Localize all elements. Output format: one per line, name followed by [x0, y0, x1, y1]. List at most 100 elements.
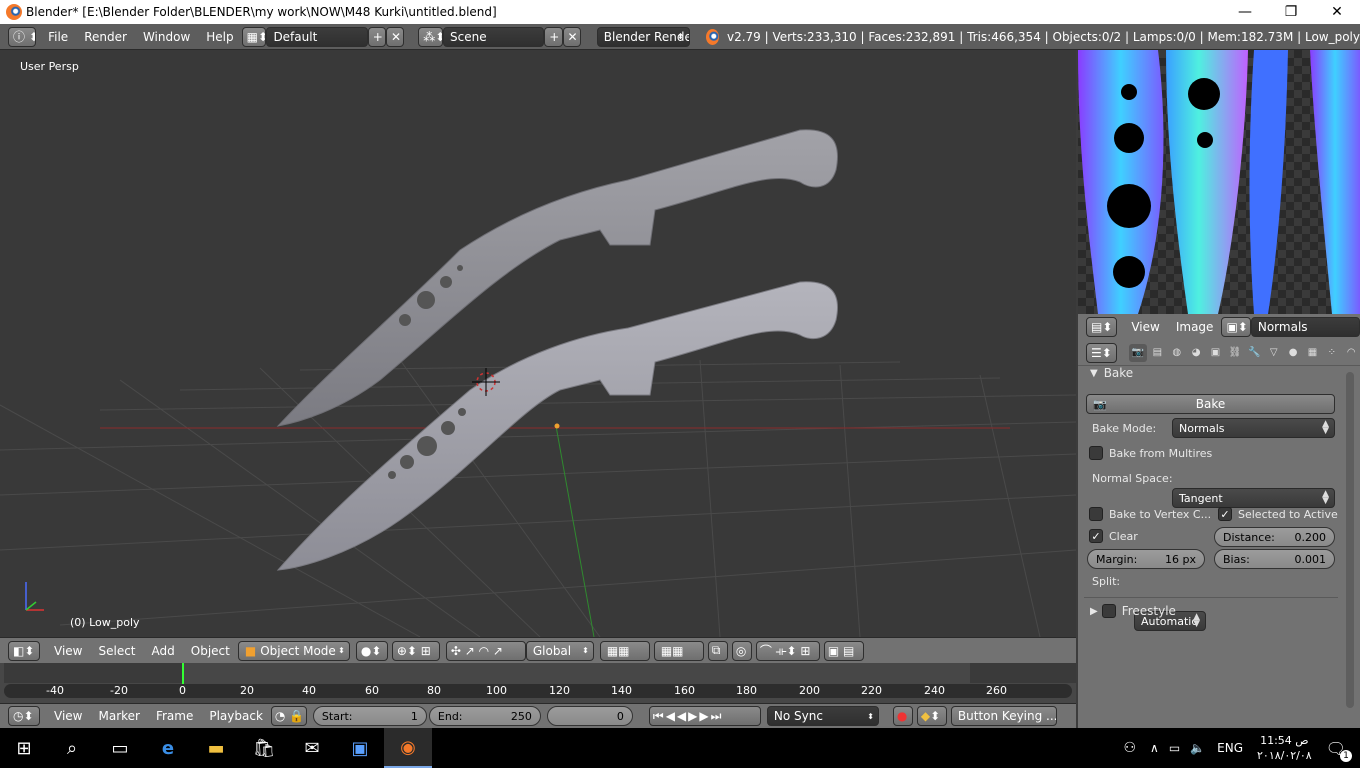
proportional-edit-icon[interactable]: ◎: [731, 640, 752, 661]
network-icon[interactable]: ▭: [1169, 741, 1180, 755]
margin-field[interactable]: Margin: 16 px: [1087, 549, 1205, 569]
menu-playback[interactable]: Playback: [201, 709, 271, 723]
tray-chevron-icon[interactable]: ∧: [1150, 741, 1159, 755]
render-icons[interactable]: ▣ ▤: [823, 640, 864, 661]
particles-tab-icon[interactable]: ⁘: [1323, 344, 1340, 362]
pivot-icon[interactable]: ⊕⬍ ⊞: [391, 640, 440, 661]
bake-mode-dropdown[interactable]: Normals ▲ ▼: [1172, 418, 1335, 438]
physics-tab-icon[interactable]: ◠: [1343, 344, 1360, 362]
render-tab-icon[interactable]: 📷: [1129, 343, 1147, 362]
menu-object[interactable]: Object: [183, 644, 238, 658]
search-icon[interactable]: ⌕: [48, 728, 96, 768]
bake-panel-header[interactable]: ▼ Bake: [1090, 365, 1340, 381]
world-tab-icon[interactable]: ◕: [1187, 344, 1204, 362]
clock[interactable]: 11:54 ص ٢٠١٨/٠٢/٠٨: [1257, 733, 1312, 763]
scene-icon[interactable]: ⁂⬍: [418, 26, 443, 47]
editor-type-timeline-icon[interactable]: ◷⬍: [8, 706, 40, 726]
freestyle-panel-header[interactable]: ▶ Freestyle: [1090, 603, 1330, 619]
menu-help[interactable]: Help: [198, 30, 241, 44]
add-layout-icon[interactable]: +: [367, 26, 386, 47]
scene-field[interactable]: Scene: [443, 26, 545, 47]
menu-marker[interactable]: Marker: [90, 709, 147, 723]
texture-tab-icon[interactable]: ▦: [1304, 344, 1321, 362]
store-icon[interactable]: 🛍: [240, 728, 288, 768]
freestyle-checkbox[interactable]: [1101, 604, 1116, 618]
bake-button[interactable]: 📷 Bake: [1086, 394, 1335, 414]
menu-select[interactable]: Select: [90, 644, 143, 658]
volume-icon[interactable]: 🔈: [1190, 741, 1205, 755]
timeline-area[interactable]: -40 -20 0 20 40 60 80 100 120 140 160 18…: [0, 663, 1076, 703]
manipulator-icons[interactable]: ✣ ↗ ◠ ↗: [445, 640, 526, 661]
menu-render[interactable]: Render: [76, 30, 135, 44]
add-scene-icon[interactable]: +: [544, 26, 563, 47]
3d-viewport[interactable]: [0, 50, 1076, 637]
people-icon[interactable]: ⚇: [1123, 740, 1136, 756]
shading-icon[interactable]: ●⬍: [355, 640, 388, 661]
menu-view[interactable]: View: [46, 709, 90, 723]
minimize-button[interactable]: —: [1222, 0, 1268, 24]
windows-start-icon[interactable]: ⊞: [0, 728, 48, 768]
editor-type-info-icon[interactable]: ⓘ ⬍: [8, 26, 37, 47]
bake-from-multires-checkbox[interactable]: [1089, 446, 1103, 460]
task-view-icon[interactable]: ▭: [96, 728, 144, 768]
editor-type-properties-icon[interactable]: ☰⬍: [1086, 342, 1118, 363]
data-tab-icon[interactable]: ▽: [1265, 344, 1282, 362]
menu-image[interactable]: Image: [1168, 320, 1222, 334]
modifiers-tab-icon[interactable]: 🔧: [1246, 344, 1263, 362]
current-frame-marker[interactable]: [182, 663, 184, 685]
orientation-dropdown[interactable]: Global ⬍: [525, 640, 594, 661]
menu-frame[interactable]: Frame: [148, 709, 201, 723]
maximize-button[interactable]: ❐: [1268, 0, 1314, 24]
record-icon[interactable]: ●: [892, 706, 913, 726]
image-name-field[interactable]: Normals: [1250, 317, 1360, 337]
properties-scrollbar[interactable]: [1346, 372, 1354, 708]
menu-add[interactable]: Add: [144, 644, 183, 658]
preview-range-icons[interactable]: ◔ 🔒: [270, 706, 307, 726]
menu-view[interactable]: View: [46, 644, 90, 658]
file-explorer-icon[interactable]: ▬: [192, 728, 240, 768]
layers-grid-icon[interactable]: ▦▦: [653, 640, 704, 661]
render-layers-tab-icon[interactable]: ▤: [1149, 344, 1166, 362]
layout-field[interactable]: Default: [266, 26, 368, 47]
playback-controls[interactable]: ⏮◀◀▶▶⏭: [648, 706, 761, 726]
editor-type-image-icon[interactable]: ▤⬍: [1086, 317, 1118, 337]
bias-field[interactable]: Bias: 0.001: [1214, 549, 1335, 569]
mode-dropdown[interactable]: ■ Object Mode ⬍: [237, 640, 350, 661]
blender-taskbar-icon[interactable]: ◉: [384, 728, 432, 768]
normal-space-dropdown[interactable]: Tangent ▲ ▼: [1172, 488, 1335, 508]
object-tab-icon[interactable]: ▣: [1207, 344, 1224, 362]
start-frame-field[interactable]: Start: 1: [312, 706, 427, 726]
bake-to-vertex-checkbox[interactable]: [1089, 507, 1103, 521]
image-editor[interactable]: [1078, 50, 1360, 314]
action-center-icon[interactable]: 🗨 1: [1326, 739, 1352, 762]
current-frame-field[interactable]: 0: [546, 706, 633, 726]
sync-dropdown[interactable]: No Sync ⬍: [766, 706, 879, 726]
remove-scene-icon[interactable]: ✕: [562, 26, 581, 47]
remote-desktop-icon[interactable]: ▣: [336, 728, 384, 768]
lock-layers-icon[interactable]: ⧉: [707, 640, 728, 661]
remove-layout-icon[interactable]: ✕: [385, 26, 405, 47]
language-indicator[interactable]: ENG: [1217, 741, 1243, 755]
clear-checkbox[interactable]: ✓: [1089, 529, 1103, 543]
image-browse-icon[interactable]: ▣⬍: [1221, 317, 1251, 337]
scene-tab-icon[interactable]: ◍: [1168, 344, 1185, 362]
keying-set-dropdown[interactable]: Button Keying ...: [950, 706, 1057, 726]
constraints-tab-icon[interactable]: ⛓: [1226, 344, 1243, 362]
material-tab-icon[interactable]: ●: [1284, 344, 1301, 362]
editor-type-3d-icon[interactable]: ◧⬍: [8, 640, 40, 661]
mail-icon[interactable]: ✉: [288, 728, 336, 768]
menu-window[interactable]: Window: [135, 30, 198, 44]
end-frame-field[interactable]: End: 250: [428, 706, 541, 726]
edge-browser-icon[interactable]: e: [144, 728, 192, 768]
pre-range-region: [4, 663, 182, 683]
selected-to-active-checkbox[interactable]: ✓: [1218, 507, 1232, 521]
keyframe-type-icon[interactable]: ◆ ⬍: [916, 706, 947, 726]
layout-grid-icon[interactable]: ▦⬍: [241, 26, 267, 47]
render-engine-dropdown[interactable]: Blender Render ⬍: [596, 26, 690, 47]
distance-field[interactable]: Distance: 0.200: [1214, 527, 1335, 547]
menu-file[interactable]: File: [40, 30, 76, 44]
close-button[interactable]: ✕: [1314, 0, 1360, 24]
layers-grid-icon[interactable]: ▦▦: [599, 640, 650, 661]
snap-icons[interactable]: ⌒ ⟛⬍ ⊞: [755, 640, 820, 661]
menu-view[interactable]: View: [1123, 320, 1167, 334]
